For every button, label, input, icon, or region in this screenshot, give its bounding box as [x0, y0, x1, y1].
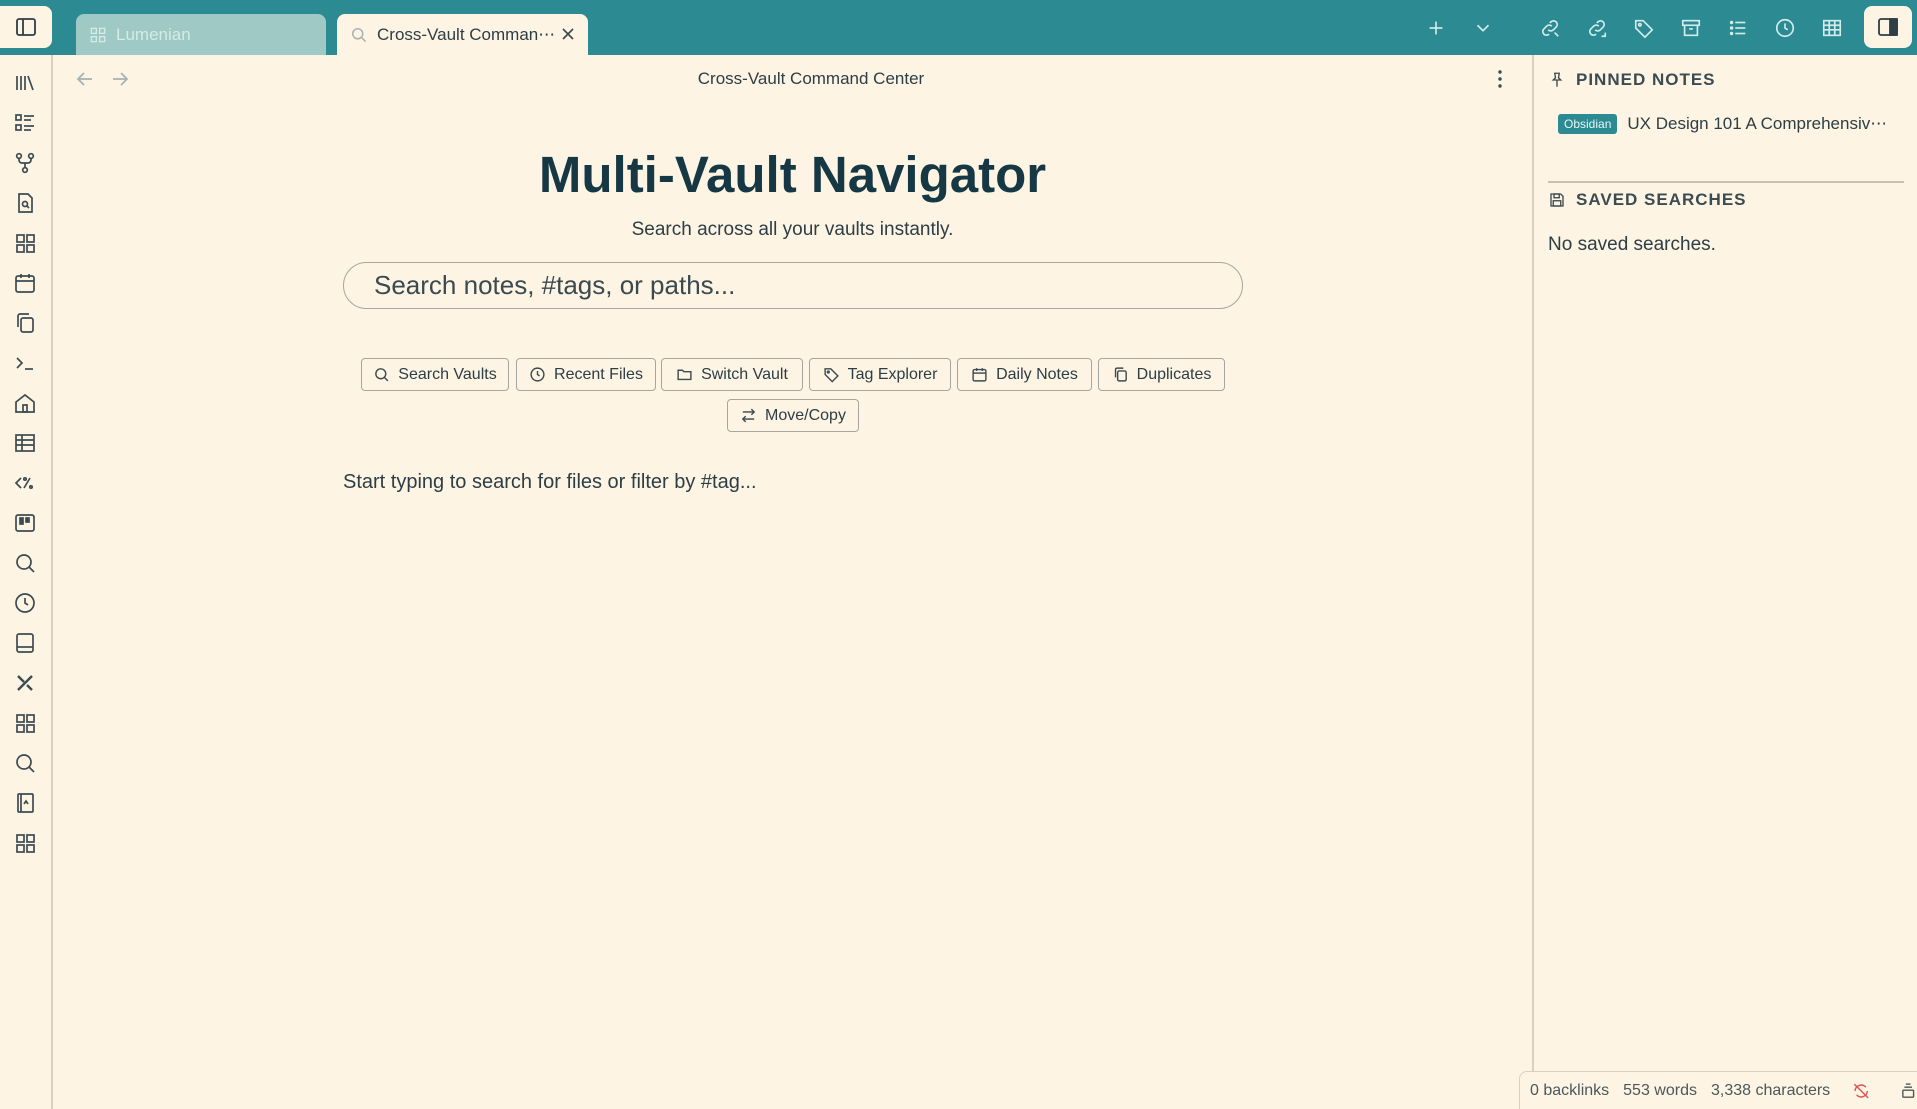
pinned-note-item[interactable]: Obsidian UX Design 101 A Comprehensiv⋯ — [1558, 114, 1908, 134]
tag-icon — [823, 368, 839, 383]
apps-icon[interactable] — [13, 711, 37, 735]
archive-icon — [1681, 19, 1700, 36]
button-label: Daily Notes — [996, 365, 1078, 383]
daily-notes-button[interactable]: Daily Notes — [957, 358, 1092, 391]
layers-icon[interactable] — [1899, 1081, 1917, 1101]
button-label: Recent Files — [554, 365, 643, 383]
character-count: 3,338 characters — [1710, 1081, 1831, 1099]
search-icon — [375, 368, 389, 382]
section-divider — [1548, 181, 1904, 183]
library-icon[interactable] — [13, 71, 37, 95]
calendar-icon[interactable] — [13, 271, 37, 295]
search-input[interactable] — [343, 262, 1243, 309]
view-title: Cross-Vault Command Center — [697, 69, 925, 88]
saved-searches-header: SAVED SEARCHES — [1548, 190, 1747, 210]
word-count: 553 words — [1623, 1081, 1697, 1099]
section-title: PINNED NOTES — [1576, 70, 1716, 89]
search-icon[interactable] — [13, 551, 37, 575]
more-options-icon[interactable] — [1488, 67, 1512, 91]
pin-icon — [1551, 72, 1563, 87]
section-title: SAVED SEARCHES — [1576, 190, 1747, 209]
search-hint: Start typing to search for files or filt… — [343, 471, 757, 493]
search-icon — [352, 27, 367, 42]
tab-bar: Lumenian Cross-Vault Comman⋯ — [0, 0, 1917, 55]
notebook-icon[interactable] — [13, 791, 37, 815]
grid-icon — [90, 27, 106, 42]
right-sidebar-toggle-button[interactable] — [1864, 6, 1912, 48]
button-label: Move/Copy — [765, 406, 846, 424]
switch-vault-button[interactable]: Switch Vault — [661, 358, 803, 391]
move-copy-button[interactable]: Move/Copy — [727, 399, 859, 432]
tag-explorer-button[interactable]: Tag Explorer — [809, 358, 951, 391]
copy-icon — [1114, 367, 1127, 382]
templater-icon[interactable] — [13, 471, 37, 495]
new-tab-button[interactable] — [1412, 0, 1459, 55]
clock-icon — [530, 367, 545, 382]
tag-icon — [1634, 19, 1653, 38]
folder-icon — [677, 369, 692, 381]
button-label: Tag Explorer — [847, 365, 938, 383]
save-icon — [1550, 193, 1564, 207]
pinned-notes-header: PINNED NOTES — [1548, 70, 1716, 90]
book-icon[interactable] — [13, 631, 37, 655]
page-subtitle: Search across all your vaults instantly. — [631, 219, 954, 240]
kanban-icon[interactable] — [13, 511, 37, 535]
button-label: Duplicates — [1136, 365, 1212, 383]
sidebar-left-icon — [16, 18, 36, 36]
git-fork-icon[interactable] — [13, 151, 37, 175]
link-in-icon — [1588, 19, 1606, 37]
clock-icon[interactable] — [13, 591, 37, 615]
terminal-icon[interactable] — [13, 351, 37, 375]
vault-badge: Obsidian — [1558, 114, 1618, 134]
backlinks-button[interactable] — [1573, 0, 1620, 55]
close-icon[interactable] — [558, 24, 578, 44]
list-checks-icon[interactable] — [13, 111, 37, 135]
search-icon[interactable] — [13, 751, 37, 775]
grid-icon[interactable] — [13, 831, 37, 855]
main-view: Cross-Vault Command Center Multi-Vault N… — [53, 55, 1532, 1109]
sync-error-icon[interactable] — [1852, 1081, 1870, 1101]
pinned-note-title: UX Design 101 A Comprehensiv⋯ — [1627, 114, 1886, 133]
calendar-icon — [972, 368, 987, 382]
tools-icon[interactable] — [13, 671, 37, 695]
status-bar: 0 backlinks 553 words 3,338 characters — [1519, 1071, 1917, 1109]
tab-label: Lumenian — [116, 24, 191, 44]
clock-icon — [1775, 18, 1794, 37]
chevron-down-icon — [1476, 24, 1489, 32]
outline-button[interactable] — [1714, 0, 1761, 55]
history-button[interactable] — [1761, 0, 1808, 55]
left-sidebar-toggle-button[interactable] — [0, 6, 52, 48]
table-button[interactable] — [1808, 0, 1855, 55]
recent-files-button[interactable]: Recent Files — [516, 358, 656, 391]
tags-button[interactable] — [1620, 0, 1667, 55]
button-label: Search Vaults — [398, 365, 497, 383]
archive-button[interactable] — [1667, 0, 1714, 55]
tab-cross-vault[interactable]: Cross-Vault Comman⋯ — [337, 14, 588, 55]
saved-searches-empty: No saved searches. — [1548, 234, 1716, 255]
left-ribbon — [0, 55, 53, 1109]
swap-icon — [741, 408, 756, 423]
plus-icon — [1429, 21, 1442, 34]
top-actions — [1412, 0, 1855, 55]
right-sidebar: PINNED NOTES Obsidian UX Design 101 A Co… — [1532, 55, 1917, 1109]
tab-lumenian[interactable]: Lumenian — [76, 14, 326, 55]
tab-list-button[interactable] — [1459, 0, 1506, 55]
spreadsheet-icon[interactable] — [13, 431, 37, 455]
button-label: Switch Vault — [701, 365, 788, 383]
copy-icon[interactable] — [13, 311, 37, 335]
outgoing-links-button[interactable] — [1526, 0, 1573, 55]
sidebar-right-icon — [1878, 18, 1898, 36]
backlinks-count[interactable]: 0 backlinks — [1530, 1082, 1609, 1100]
link-out-icon — [1541, 19, 1559, 37]
page-title: Multi-Vault Navigator — [538, 146, 1047, 203]
file-search-icon[interactable] — [13, 191, 37, 215]
tab-label: Cross-Vault Comman⋯ — [377, 24, 555, 44]
duplicates-button[interactable]: Duplicates — [1098, 358, 1225, 391]
dashboard-icon[interactable] — [13, 231, 37, 255]
table-icon — [1822, 19, 1841, 36]
list-icon — [1729, 20, 1745, 35]
search-vaults-button[interactable]: Search Vaults — [361, 358, 509, 391]
home-icon[interactable] — [13, 391, 37, 415]
